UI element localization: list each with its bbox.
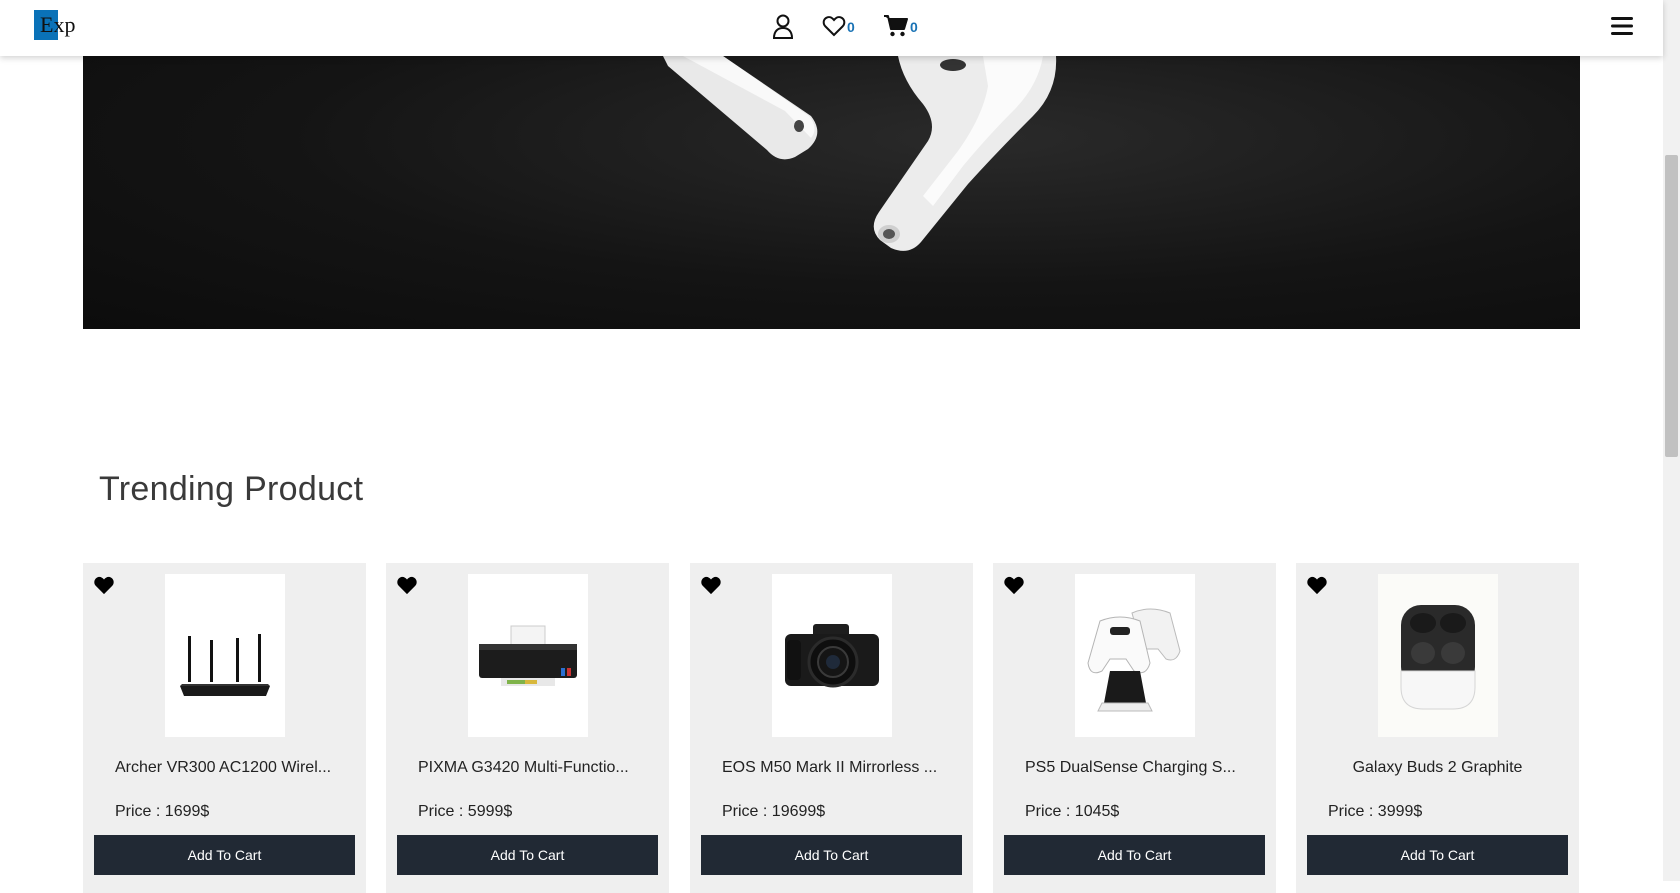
favorite-heart-icon[interactable] bbox=[1003, 575, 1025, 595]
hero-banner-image bbox=[83, 56, 1580, 329]
product-price: Price : 1045$ bbox=[1025, 803, 1120, 820]
wishlist-count: 0 bbox=[847, 19, 855, 35]
product-image[interactable] bbox=[1378, 574, 1498, 737]
product-image[interactable] bbox=[772, 574, 892, 737]
add-to-cart-button[interactable]: Add To Cart bbox=[94, 835, 355, 875]
product-name[interactable]: PIXMA G3420 Multi-Functio... bbox=[418, 759, 648, 777]
cart-icon bbox=[884, 15, 908, 37]
product-card[interactable]: PS5 DualSense Charging S... Price : 1045… bbox=[993, 563, 1276, 893]
product-name[interactable]: PS5 DualSense Charging S... bbox=[1025, 759, 1255, 777]
product-image[interactable] bbox=[165, 574, 285, 737]
section-title: Trending Product bbox=[99, 470, 364, 508]
cart-count: 0 bbox=[910, 19, 918, 35]
hamburger-menu-icon bbox=[1611, 17, 1633, 35]
cart-button[interactable]: 0 bbox=[883, 14, 918, 38]
menu-button[interactable] bbox=[1611, 16, 1633, 41]
favorite-heart-icon[interactable] bbox=[700, 575, 722, 595]
wishlist-button[interactable]: 0 bbox=[822, 14, 855, 38]
earbuds-case-icon bbox=[1400, 604, 1476, 709]
printer-icon bbox=[479, 625, 577, 686]
logo-text: Exp bbox=[40, 12, 76, 37]
add-to-cart-button[interactable]: Add To Cart bbox=[1004, 835, 1265, 875]
account-button[interactable] bbox=[772, 14, 794, 40]
product-card[interactable]: Galaxy Buds 2 Graphite Price : 3999$ Add… bbox=[1296, 563, 1579, 893]
user-icon bbox=[772, 14, 794, 39]
add-to-cart-button[interactable]: Add To Cart bbox=[397, 835, 658, 875]
heart-icon bbox=[822, 16, 846, 37]
site-logo[interactable]: Exp bbox=[34, 10, 75, 40]
product-name[interactable]: EOS M50 Mark II Mirrorless ... bbox=[722, 759, 952, 777]
add-to-cart-button[interactable]: Add To Cart bbox=[701, 835, 962, 875]
product-price: Price : 5999$ bbox=[418, 803, 513, 820]
scrollbar-thumb[interactable] bbox=[1665, 155, 1678, 457]
top-navbar: Exp 0 0 bbox=[0, 0, 1663, 56]
product-name[interactable]: Archer VR300 AC1200 Wirel... bbox=[115, 759, 345, 777]
product-image[interactable] bbox=[468, 574, 588, 737]
product-image[interactable] bbox=[1075, 574, 1195, 737]
favorite-heart-icon[interactable] bbox=[396, 575, 418, 595]
product-price: Price : 3999$ bbox=[1328, 803, 1423, 820]
favorite-heart-icon[interactable] bbox=[1306, 575, 1328, 595]
product-name[interactable]: Galaxy Buds 2 Graphite bbox=[1296, 759, 1579, 777]
router-icon bbox=[180, 633, 270, 696]
add-to-cart-button[interactable]: Add To Cart bbox=[1307, 835, 1568, 875]
favorite-heart-icon[interactable] bbox=[93, 575, 115, 595]
earbuds-illustration bbox=[663, 56, 1057, 251]
product-price: Price : 1699$ bbox=[115, 803, 210, 820]
product-card[interactable]: EOS M50 Mark II Mirrorless ... Price : 1… bbox=[690, 563, 973, 893]
product-card[interactable]: PIXMA G3420 Multi-Functio... Price : 599… bbox=[386, 563, 669, 893]
controller-charger-icon bbox=[1087, 608, 1181, 711]
product-price: Price : 19699$ bbox=[722, 803, 826, 820]
camera-icon bbox=[785, 623, 879, 687]
product-card[interactable]: Archer VR300 AC1200 Wirel... Price : 169… bbox=[83, 563, 366, 893]
